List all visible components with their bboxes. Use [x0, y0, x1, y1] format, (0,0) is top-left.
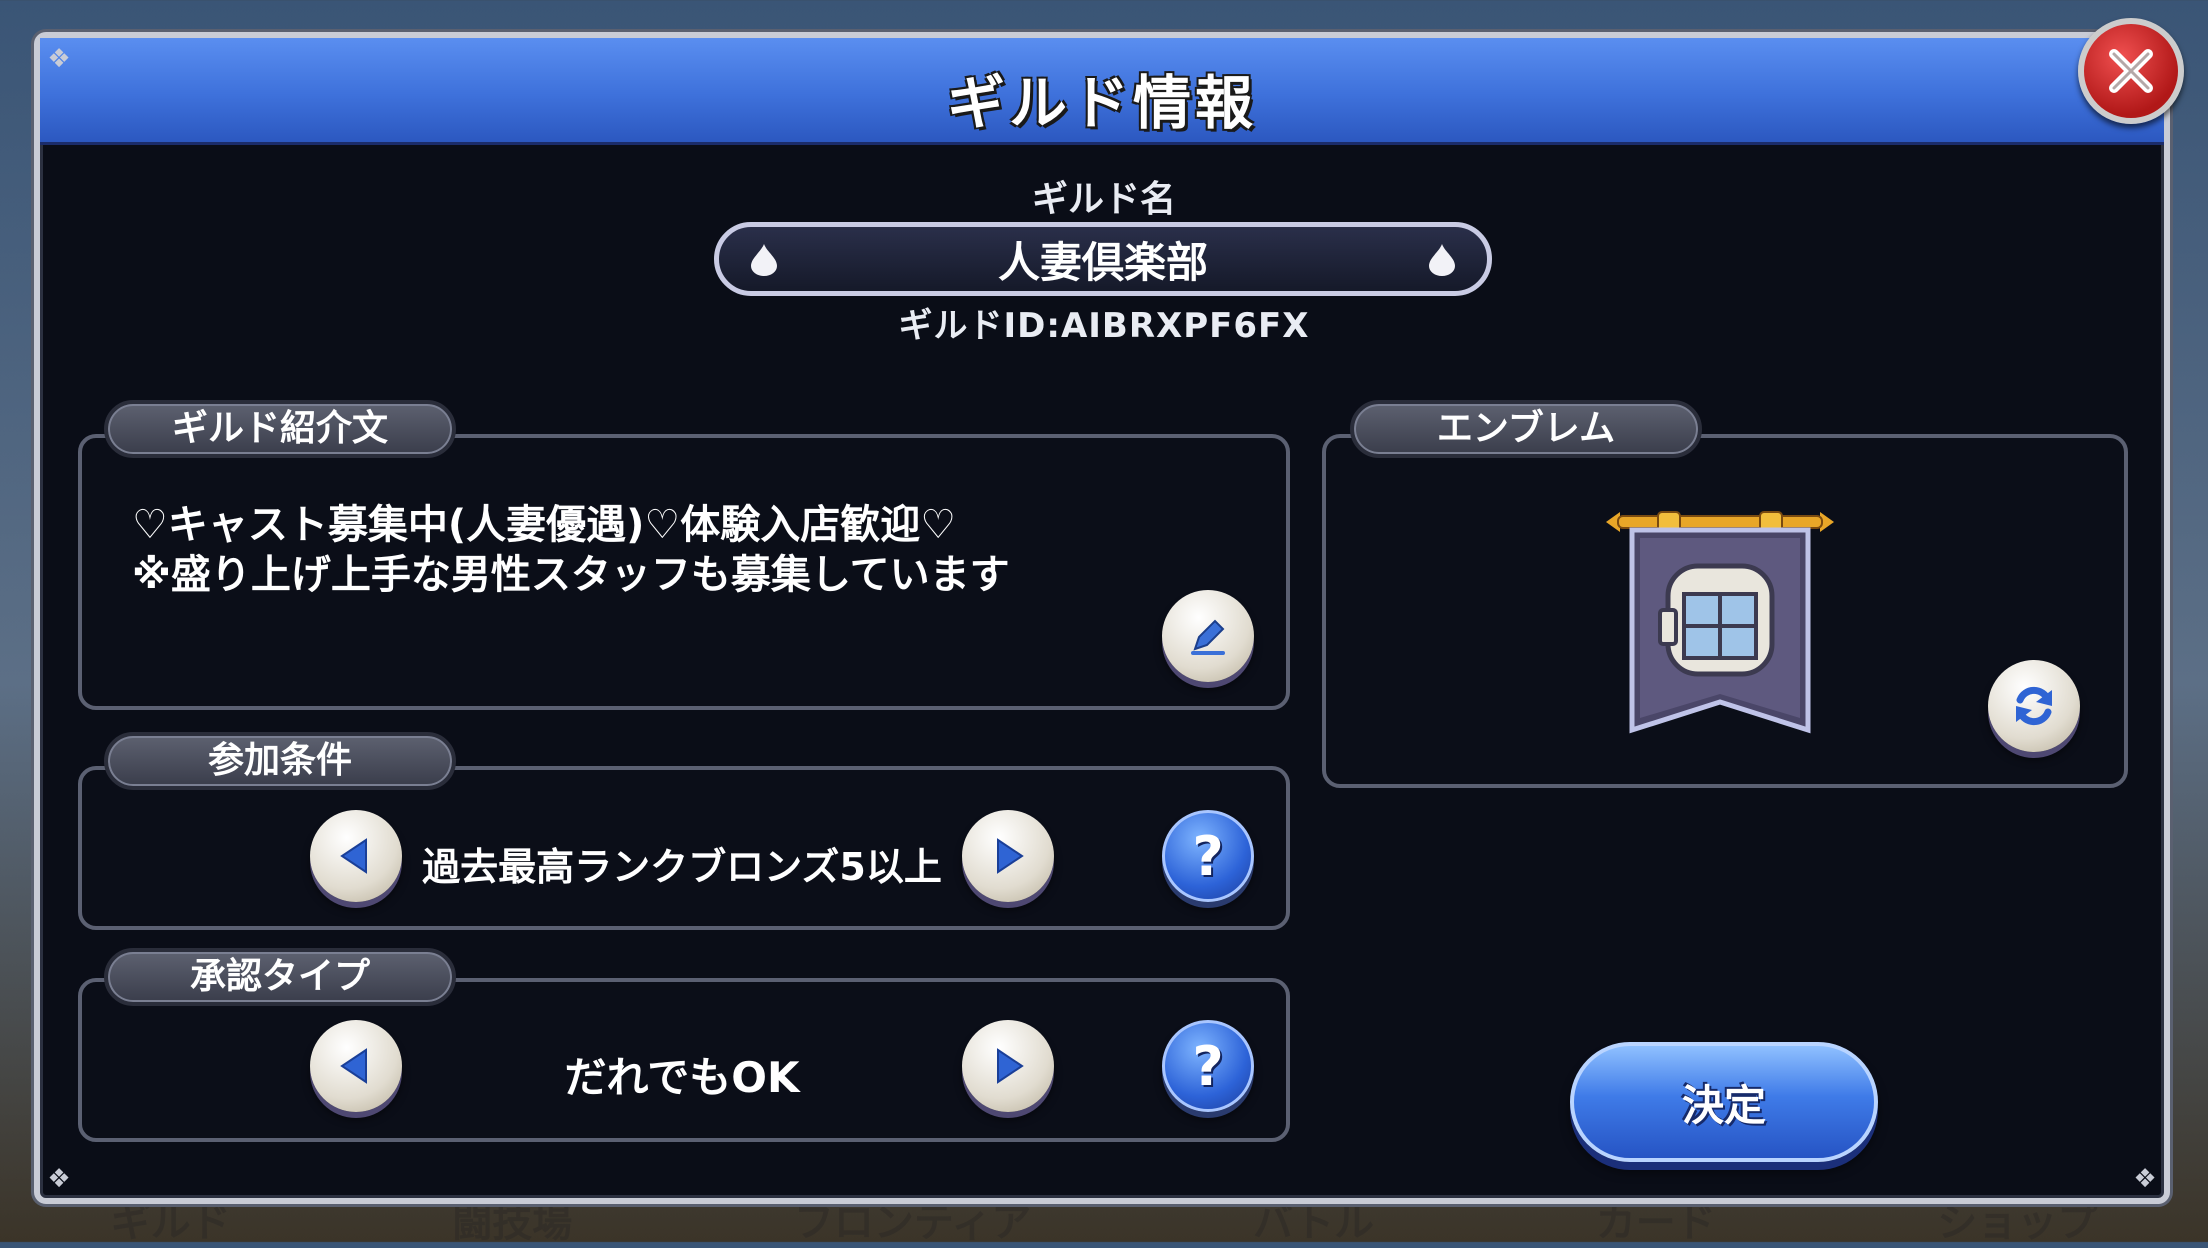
- corner-ornament-icon: ❖: [47, 1164, 71, 1194]
- join-condition-help-button[interactable]: ?: [1162, 810, 1254, 902]
- approval-type-next-button[interactable]: [962, 1020, 1054, 1112]
- emblem-tab: エンブレム: [1350, 400, 1702, 458]
- close-button[interactable]: [2078, 18, 2184, 124]
- arrow-right-icon: [997, 838, 1024, 874]
- approval-type-tab: 承認タイプ: [104, 948, 456, 1006]
- approval-type-help-button[interactable]: ?: [1162, 1020, 1254, 1112]
- banner-emblem-icon[interactable]: [1600, 498, 1840, 738]
- edit-intro-button[interactable]: [1162, 590, 1254, 682]
- guild-name-label: ギルド名: [1031, 179, 1176, 220]
- arrow-left-icon: [340, 1048, 367, 1084]
- emblem-refresh-button[interactable]: [1988, 660, 2080, 752]
- approval-type-value: だれでもOK: [564, 1053, 800, 1102]
- submit-button[interactable]: 決定: [1570, 1042, 1878, 1162]
- intro-line-1: ♡キャスト募集中(人妻優遇)♡体験入店歓迎♡: [132, 502, 957, 548]
- join-condition-prev-button[interactable]: [310, 810, 402, 902]
- guild-name-value: 人妻倶楽部: [997, 237, 1208, 287]
- intro-line-2: ※盛り上げ上手な男性スタッフも募集しています: [132, 552, 1010, 598]
- close-icon: [2109, 49, 2153, 93]
- join-condition-next-button[interactable]: [962, 810, 1054, 902]
- guild-id: ギルドID:AIBRXPF6FX: [898, 306, 1310, 346]
- dialog-title: ギルド情報: [946, 69, 1257, 137]
- intro-text: ♡キャスト募集中(人妻優遇)♡体験入店歓迎♡ ※盛り上げ上手な男性スタッフも募集…: [132, 500, 1010, 600]
- corner-ornament-icon: ❖: [47, 44, 71, 74]
- question-icon: ?: [1192, 1034, 1224, 1098]
- pencil-icon: [1191, 619, 1225, 655]
- approval-type-prev-button[interactable]: [310, 1020, 402, 1112]
- arrow-right-icon: [997, 1048, 1024, 1084]
- guild-name-field: 人妻倶楽部: [714, 222, 1492, 296]
- arrow-left-icon: [340, 838, 367, 874]
- join-condition-tab: 参加条件: [104, 732, 456, 790]
- submit-label: 決定: [1681, 1080, 1766, 1130]
- title-bar: ギルド情報: [40, 38, 2164, 145]
- corner-ornament-icon: ❖: [2133, 1164, 2157, 1194]
- join-condition-value: 過去最高ランクブロンズ5以上: [422, 845, 942, 889]
- intro-tab: ギルド紹介文: [104, 400, 456, 458]
- question-icon: ?: [1192, 824, 1224, 888]
- refresh-icon: [2016, 686, 2052, 726]
